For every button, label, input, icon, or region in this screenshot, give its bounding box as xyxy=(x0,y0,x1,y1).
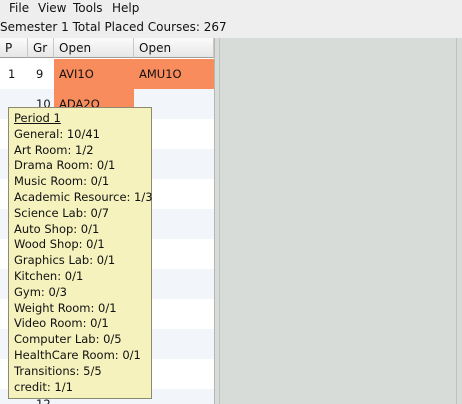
tooltip-line: Gym: 0/3 xyxy=(14,284,67,299)
tooltip-line: Video Room: 0/1 xyxy=(14,316,109,331)
period-tooltip: Period 1 General: 10/41 Art Room: 1/2 Dram… xyxy=(8,107,153,399)
tooltip-line: Auto Shop: 0/1 xyxy=(14,221,100,236)
tooltip-line: Science Lab: 0/7 xyxy=(14,205,110,220)
cell-open-2[interactable]: AMU1O xyxy=(134,59,214,89)
tooltip-line: Art Room: 1/2 xyxy=(14,142,94,157)
tooltip-line: Music Room: 0/1 xyxy=(14,174,110,189)
tooltip-line: Drama Room: 0/1 xyxy=(14,158,116,173)
tooltip-line: HealthCare Room: 0/1 xyxy=(14,347,141,362)
cell-grade[interactable]: 9 xyxy=(28,59,54,89)
tooltip-line: Computer Lab: 0/5 xyxy=(14,332,122,347)
tooltip-line: Graphics Lab: 0/1 xyxy=(14,253,116,268)
column-header-open-2[interactable]: Open xyxy=(134,38,214,58)
tooltip-title: Period 1 xyxy=(14,111,61,125)
cell-open-1[interactable]: AVI1O xyxy=(54,59,134,89)
menu-bar: File View Tools Help xyxy=(0,0,462,17)
tooltip-line: Transitions: 5/5 xyxy=(14,363,102,378)
column-header-gr[interactable]: Gr xyxy=(28,38,54,58)
tooltip-line: credit: 1/1 xyxy=(14,379,73,394)
tooltip-line: Academic Resource: 1/3 xyxy=(14,189,153,204)
status-text: Semester 1 Total Placed Courses: 267 xyxy=(0,20,227,34)
menu-file[interactable]: File xyxy=(9,1,29,16)
cell-period[interactable]: 1 xyxy=(0,59,28,89)
right-panel-inner xyxy=(219,38,457,404)
column-header-p[interactable]: P xyxy=(0,38,28,58)
column-header-open[interactable]: Open xyxy=(54,38,134,58)
menu-tools[interactable]: Tools xyxy=(73,1,103,16)
tooltip-line: Weight Room: 0/1 xyxy=(14,300,117,315)
table-header: P Gr Open Open xyxy=(0,38,214,59)
menu-view[interactable]: View xyxy=(38,1,66,16)
tooltip-line: Wood Shop: 0/1 xyxy=(14,237,105,252)
menu-help[interactable]: Help xyxy=(112,1,139,16)
right-panel xyxy=(214,38,462,404)
tooltip-line: Kitchen: 0/1 xyxy=(14,268,84,283)
table-row[interactable]: 1 9 AVI1O AMU1O xyxy=(0,59,214,89)
tooltip-line: General: 10/41 xyxy=(14,126,100,141)
